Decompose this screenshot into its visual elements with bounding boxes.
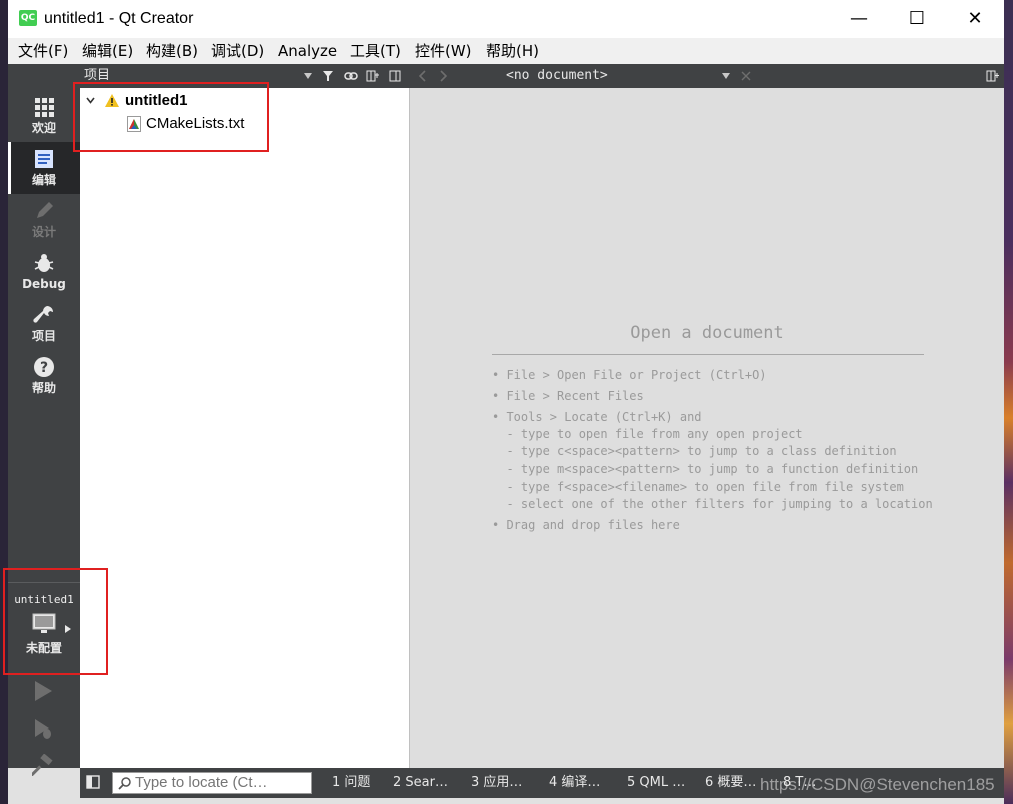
document-icon bbox=[35, 150, 53, 168]
menu-bar: 文件(F) 编辑(E) 构建(B) 调试(D) Analyze 工具(T) 控件… bbox=[8, 38, 1004, 64]
build-hammer-icon[interactable] bbox=[32, 754, 54, 776]
run-icon[interactable] bbox=[32, 680, 54, 702]
menu-debug[interactable]: 调试(D) bbox=[211, 42, 264, 60]
desktop-wallpaper bbox=[1004, 0, 1013, 804]
hint-line: • File > Open File or Project (Ctrl+O) bbox=[492, 368, 767, 382]
mode-projects[interactable]: 项目 bbox=[8, 298, 80, 350]
pane-button-compile-output[interactable]: 4 编译… bbox=[549, 774, 600, 792]
split-editor-icon[interactable] bbox=[986, 70, 1000, 82]
hint-line: • Drag and drop files here bbox=[492, 518, 680, 532]
mode-edit-label: 编辑 bbox=[31, 173, 56, 187]
editor-area: Open a document • File > Open File or Pr… bbox=[410, 88, 1004, 768]
hint-line: - type m<space><pattern> to jump to a fu… bbox=[492, 462, 919, 476]
wrench-icon bbox=[33, 306, 53, 323]
search-icon bbox=[118, 777, 131, 790]
menu-tools[interactable]: 工具(T) bbox=[350, 42, 401, 60]
window-title: untitled1 - Qt Creator bbox=[44, 10, 194, 27]
svg-text:?: ? bbox=[40, 360, 48, 376]
pane-button-qml[interactable]: 5 QML … bbox=[627, 774, 685, 792]
document-combo[interactable]: <no document> bbox=[506, 68, 608, 84]
pencil-icon bbox=[37, 202, 53, 218]
hint-line: • Tools > Locate (Ctrl+K) and bbox=[492, 410, 702, 424]
document-toolbar: <no document> bbox=[410, 64, 1004, 88]
close-button[interactable]: ✕ bbox=[946, 0, 1004, 38]
open-document-title: Open a document bbox=[630, 323, 784, 343]
chevron-down-icon[interactable] bbox=[304, 73, 312, 79]
open-document-divider bbox=[492, 354, 924, 355]
close-sidebar-icon[interactable] bbox=[388, 69, 402, 83]
split-icon[interactable] bbox=[366, 69, 380, 83]
forward-arrow-icon[interactable] bbox=[440, 70, 448, 82]
hint-line: - type c<space><pattern> to jump to a cl… bbox=[492, 444, 897, 458]
qt-creator-window: QC untitled1 - Qt Creator — ☐ ✕ 文件(F) 编辑… bbox=[3, 0, 1004, 804]
mode-edit[interactable]: 编辑 bbox=[8, 142, 80, 194]
maximize-button[interactable]: ☐ bbox=[888, 0, 946, 38]
annotation-box-project-tree bbox=[73, 82, 269, 152]
menu-analyze[interactable]: Analyze bbox=[278, 42, 337, 60]
pane-button-issues[interactable]: 1 问题 bbox=[332, 774, 370, 792]
menu-build[interactable]: 构建(B) bbox=[146, 42, 198, 60]
filter-icon[interactable] bbox=[322, 69, 336, 83]
close-document-icon[interactable] bbox=[740, 70, 752, 82]
hint-line: - type to open file from any open projec… bbox=[492, 427, 803, 441]
pane-button-search[interactable]: 2 Sear… bbox=[393, 774, 448, 792]
mode-welcome[interactable]: 欢迎 bbox=[8, 90, 80, 142]
menu-controls[interactable]: 控件(W) bbox=[415, 42, 472, 60]
hint-line: - type f<space><filename> to open file f… bbox=[492, 480, 904, 494]
link-icon[interactable] bbox=[344, 69, 358, 83]
mode-design[interactable]: 设计 bbox=[8, 194, 80, 246]
bug-icon bbox=[34, 254, 54, 272]
menu-edit[interactable]: 编辑(E) bbox=[82, 42, 133, 60]
mode-debug-label: Debug bbox=[22, 277, 66, 291]
menu-help[interactable]: 帮助(H) bbox=[486, 42, 539, 60]
hint-line: - select one of the other filters for ju… bbox=[492, 497, 933, 511]
title-bar: QC untitled1 - Qt Creator — ☐ ✕ bbox=[8, 0, 1004, 38]
mode-welcome-label: 欢迎 bbox=[31, 121, 56, 135]
debug-run-icon[interactable] bbox=[32, 718, 54, 740]
grid-icon bbox=[35, 98, 54, 117]
hint-line: • File > Recent Files bbox=[492, 389, 644, 403]
project-tree: untitled1 CMakeLists.txt bbox=[80, 88, 410, 768]
pane-button-summary[interactable]: 6 概要… bbox=[705, 774, 756, 792]
mode-help[interactable]: ? 帮助 bbox=[8, 350, 80, 402]
chevron-down-icon[interactable] bbox=[722, 73, 730, 79]
watermark: https://CSDN@Stevenchen185 bbox=[760, 775, 995, 794]
pane-button-app-output[interactable]: 3 应用… bbox=[471, 774, 522, 792]
annotation-box-kit bbox=[3, 568, 108, 675]
menu-file[interactable]: 文件(F) bbox=[18, 42, 68, 60]
qt-logo-icon: QC bbox=[19, 10, 37, 26]
back-arrow-icon[interactable] bbox=[418, 70, 426, 82]
locator-field[interactable] bbox=[112, 772, 312, 794]
minimize-button[interactable]: — bbox=[830, 0, 888, 38]
toggle-sidebar-icon[interactable] bbox=[86, 775, 100, 789]
mode-help-label: 帮助 bbox=[31, 381, 56, 395]
mode-design-label: 设计 bbox=[31, 225, 56, 239]
locator-input[interactable] bbox=[135, 774, 310, 792]
mode-projects-label: 项目 bbox=[31, 329, 56, 343]
help-icon: ? bbox=[34, 357, 54, 377]
mode-debug[interactable]: Debug bbox=[8, 246, 80, 298]
